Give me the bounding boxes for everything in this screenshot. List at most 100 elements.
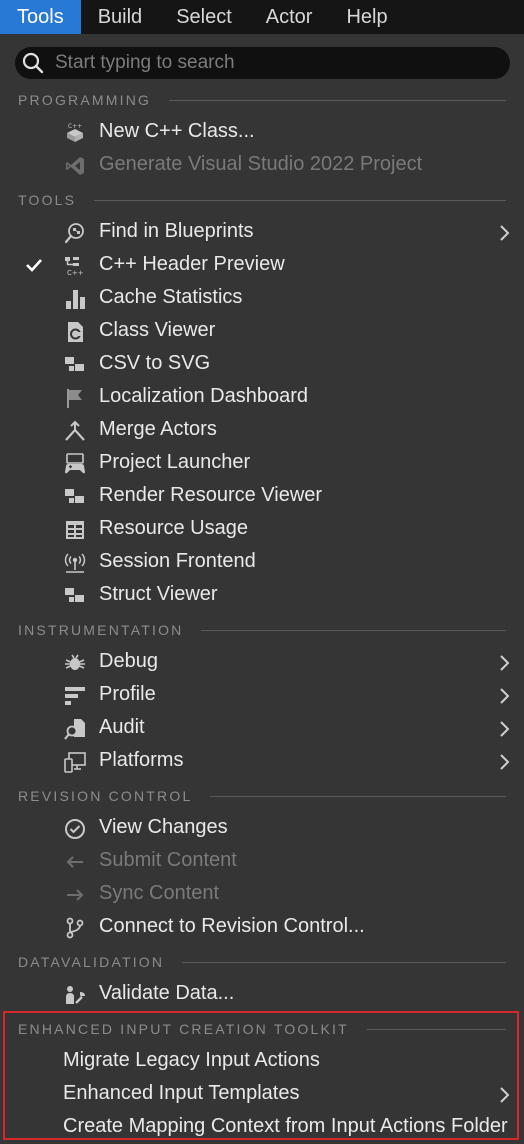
menu-item-label: Find in Blueprints xyxy=(99,220,254,242)
section-label: DATAVALIDATION xyxy=(18,954,165,970)
section-instrumentation: INSTRUMENTATION xyxy=(18,620,506,640)
menu-item-sync-content[interactable]: Sync Content xyxy=(0,878,524,911)
find-blueprints-icon xyxy=(64,223,84,244)
table-icon xyxy=(66,521,84,539)
checkmark-icon xyxy=(26,259,42,272)
menu-item-label: Validate Data... xyxy=(99,982,235,1004)
menu-item-profile[interactable]: Profile xyxy=(0,679,524,712)
menu-item-label: Class Viewer xyxy=(99,319,216,341)
menu-item-class-viewer[interactable]: Class Viewer xyxy=(0,315,524,348)
menu-item-enhanced-input-templates[interactable]: Enhanced Input Templates xyxy=(0,1078,524,1111)
arrow-right-icon xyxy=(67,889,84,901)
section-label: PROGRAMMING xyxy=(18,92,152,108)
chevron-right-icon xyxy=(500,1087,510,1103)
menu-item-connect-revision-control[interactable]: Connect to Revision Control... xyxy=(0,911,524,944)
menu-item-validate-data[interactable]: Validate Data... xyxy=(0,978,524,1011)
menu-item-label: Struct Viewer xyxy=(99,583,218,605)
section-divider xyxy=(201,629,506,631)
search-input[interactable] xyxy=(55,49,495,77)
section-programming: PROGRAMMING xyxy=(18,90,506,110)
section-label: ENHANCED INPUT CREATION TOOLKIT xyxy=(18,1021,349,1037)
search-box xyxy=(15,47,510,79)
menu-item-label: Cache Statistics xyxy=(99,286,243,308)
visual-studio-icon xyxy=(66,157,84,175)
menu-item-generate-vs-project[interactable]: Generate Visual Studio 2022 Project xyxy=(0,149,524,182)
menu-item-localization-dashboard[interactable]: Localization Dashboard xyxy=(0,381,524,414)
chevron-right-icon xyxy=(500,754,510,770)
menu-item-label: Resource Usage xyxy=(99,517,248,539)
menu-build[interactable]: Build xyxy=(81,0,159,34)
menu-item-submit-content[interactable]: Submit Content xyxy=(0,845,524,878)
menu-help[interactable]: Help xyxy=(329,0,404,34)
menu-item-label: Sync Content xyxy=(99,882,220,904)
menu-item-session-frontend[interactable]: Session Frontend xyxy=(0,546,524,579)
section-divider xyxy=(182,961,506,963)
menu-item-label: Localization Dashboard xyxy=(99,385,309,407)
menu-item-project-launcher[interactable]: Project Launcher xyxy=(0,447,524,480)
menu-item-csv-to-svg[interactable]: CSV to SVG xyxy=(0,348,524,381)
menu-item-label: View Changes xyxy=(99,816,228,838)
flag-icon xyxy=(67,389,82,408)
menu-item-platforms[interactable]: Platforms xyxy=(0,745,524,778)
menu-item-find-in-blueprints[interactable]: Find in Blueprints xyxy=(0,216,524,249)
platforms-icon xyxy=(64,752,86,773)
menu-item-label: Audit xyxy=(99,716,145,738)
merge-icon xyxy=(65,420,85,441)
menu-item-resource-usage[interactable]: Resource Usage xyxy=(0,513,524,546)
section-enhanced-input: ENHANCED INPUT CREATION TOOLKIT xyxy=(18,1019,506,1039)
menu-item-cpp-header-preview[interactable]: C++ C++ Header Preview xyxy=(0,249,524,282)
menu-item-label: Session Frontend xyxy=(99,550,256,572)
menu-item-label: Migrate Legacy Input Actions xyxy=(63,1049,320,1071)
menu-item-migrate-legacy-input[interactable]: Migrate Legacy Input Actions xyxy=(0,1045,524,1078)
cpp-header-icon: C++ xyxy=(65,257,84,277)
menu-item-audit[interactable]: Audit xyxy=(0,712,524,745)
hierarchy-icon xyxy=(65,489,84,503)
menu-item-cache-statistics[interactable]: Cache Statistics xyxy=(0,282,524,315)
branch-icon xyxy=(66,917,84,939)
section-datavalidation: DATAVALIDATION xyxy=(18,952,506,972)
menu-item-view-changes[interactable]: View Changes xyxy=(0,812,524,845)
profile-bars-icon xyxy=(65,687,85,705)
menu-tools[interactable]: Tools xyxy=(0,0,81,34)
menu-item-label: Connect to Revision Control... xyxy=(99,915,365,937)
menu-item-label: Render Resource Viewer xyxy=(99,484,323,506)
menu-item-new-cpp-class[interactable]: C++ New C++ Class... xyxy=(0,116,524,149)
menu-item-label: Platforms xyxy=(99,749,184,771)
menu-item-label: Profile xyxy=(99,683,156,705)
gamepad-icon xyxy=(65,453,85,474)
section-divider xyxy=(94,199,506,201)
svg-text:C++: C++ xyxy=(68,123,82,130)
validate-icon xyxy=(66,986,85,1004)
menu-item-merge-actors[interactable]: Merge Actors xyxy=(0,414,524,447)
broadcast-icon xyxy=(64,553,86,573)
section-label: REVISION CONTROL xyxy=(18,788,193,804)
arrow-left-icon xyxy=(66,856,83,868)
menu-item-label: Generate Visual Studio 2022 Project xyxy=(99,153,423,175)
check-circle-icon xyxy=(65,819,85,839)
hierarchy-icon xyxy=(65,588,84,602)
chevron-right-icon xyxy=(500,225,510,241)
bug-icon xyxy=(65,654,85,670)
cpp-class-icon: C++ xyxy=(67,123,83,142)
bar-chart-icon xyxy=(66,290,85,309)
menu-item-struct-viewer[interactable]: Struct Viewer xyxy=(0,579,524,612)
menu-select[interactable]: Select xyxy=(159,0,249,34)
section-divider xyxy=(366,1028,506,1030)
section-divider xyxy=(169,99,506,101)
menu-item-create-mapping-context[interactable]: Create Mapping Context from Input Action… xyxy=(0,1111,524,1144)
menu-item-render-resource-viewer[interactable]: Render Resource Viewer xyxy=(0,480,524,513)
chevron-right-icon xyxy=(500,655,510,671)
menu-item-label: Enhanced Input Templates xyxy=(63,1082,300,1104)
menu-item-label: Submit Content xyxy=(99,849,237,871)
section-divider xyxy=(210,795,506,797)
section-label: INSTRUMENTATION xyxy=(18,622,184,638)
menu-item-debug[interactable]: Debug xyxy=(0,646,524,679)
search-icon xyxy=(22,52,44,74)
menu-item-label: C++ Header Preview xyxy=(99,253,285,275)
menu-actor[interactable]: Actor xyxy=(249,0,330,34)
chevron-right-icon xyxy=(500,688,510,704)
section-label: TOOLS xyxy=(18,192,77,208)
menu-item-label: Debug xyxy=(99,650,158,672)
svg-text:C++: C++ xyxy=(67,269,84,277)
menu-bar: Tools Build Select Actor Help xyxy=(0,0,524,34)
